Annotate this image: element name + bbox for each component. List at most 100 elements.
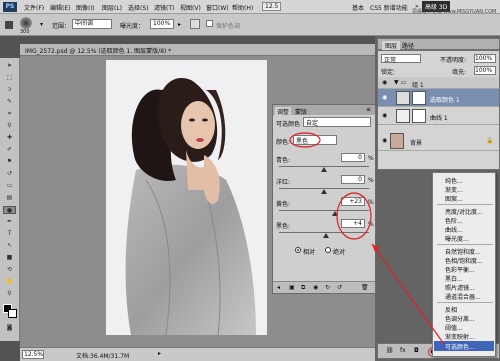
menu-window[interactable]: 窗口(W)	[206, 3, 229, 12]
exposure-dropdown-icon[interactable]: ▸	[178, 21, 181, 28]
fill-input[interactable]: 100%	[474, 66, 496, 75]
panel-menu-icon[interactable]: ≡	[366, 106, 371, 113]
stamp-tool-icon[interactable]: ⚑	[3, 158, 16, 166]
menu-image[interactable]: 图像(I)	[76, 3, 94, 12]
radio-absolute[interactable]	[325, 247, 331, 253]
blend-mode-select[interactable]: 正常	[381, 54, 421, 64]
layer-group-row[interactable]: ◉ ▼ ▭ 组 1	[378, 77, 499, 89]
tab-layers[interactable]: 图层	[382, 41, 401, 50]
brush-preview-icon[interactable]	[20, 17, 32, 29]
menu-bar: PS 文件(F) 编辑(E) 图像(I) 图层(L) 选择(S) 滤镜(T) 视…	[0, 0, 500, 15]
shape-tool-icon[interactable]: ■	[3, 254, 16, 262]
slider-thumb-cyan[interactable]	[321, 167, 327, 172]
sponge-tool-icon[interactable]	[4, 19, 14, 31]
menu-item-gradient[interactable]: 渐变...	[445, 185, 463, 194]
visibility-icon[interactable]: ◉	[313, 284, 318, 291]
move-tool-icon[interactable]: ➤	[3, 62, 16, 70]
marquee-tool-icon[interactable]: ⬚	[3, 74, 16, 82]
tab-paths[interactable]: 路径	[402, 41, 414, 50]
eye-icon[interactable]: ◉	[382, 137, 387, 144]
layer-name: 背景	[410, 140, 423, 147]
quick-mask-icon[interactable]: ◙	[3, 324, 16, 332]
background-color-swatch[interactable]	[8, 309, 17, 318]
status-menu-icon[interactable]: ▸	[158, 350, 161, 357]
eye-icon[interactable]: ◉	[382, 112, 387, 119]
tab-masks[interactable]: 蒙版	[295, 107, 307, 116]
menu-item-levels[interactable]: 色阶...	[445, 216, 463, 225]
layer-row-background[interactable]: ◉ 背景 🔒	[378, 131, 499, 151]
menu-file[interactable]: 文件(F)	[24, 3, 44, 12]
menu-select[interactable]: 选择(S)	[128, 3, 149, 12]
gradient-tool-icon[interactable]: ▤	[3, 194, 16, 202]
type-tool-icon[interactable]: T	[3, 230, 16, 238]
range-label: 范围：	[52, 23, 71, 30]
layer-opacity-input[interactable]: 100%	[474, 54, 496, 63]
brush-size: 300	[20, 29, 30, 35]
exposure-input[interactable]: 100%	[150, 19, 174, 29]
preset-select[interactable]: 自定	[303, 117, 371, 127]
portrait-photo	[106, 60, 267, 335]
pen-tool-icon[interactable]: ✒	[3, 218, 16, 226]
layer-group-name: 组 1	[412, 82, 424, 89]
annotation-circle-colors	[289, 132, 321, 148]
menu-item-solid-color[interactable]: 纯色...	[445, 176, 463, 185]
previous-state-icon[interactable]: ↻	[325, 284, 330, 291]
back-icon[interactable]: ◂	[277, 284, 280, 291]
menu-filter[interactable]: 滤镜(T)	[154, 3, 174, 12]
document-tab[interactable]: IMG_2572.psd @ 12.5% (选取颜色 1, 图层蒙版/8) *	[25, 46, 171, 55]
eraser-tool-icon[interactable]: ▭	[3, 182, 16, 190]
slider-thumb-magenta[interactable]	[321, 189, 327, 194]
menu-edit[interactable]: 编辑(E)	[50, 3, 70, 12]
sponge-tool-icon[interactable]: ●	[3, 206, 16, 214]
menu-item-pattern[interactable]: 图案...	[445, 194, 463, 203]
layer-mask-thumbnail[interactable]	[412, 91, 426, 105]
expand-icon[interactable]: ▣	[289, 284, 295, 291]
airbrush-icon[interactable]	[190, 19, 200, 29]
brush-dropdown-icon[interactable]: ▾	[40, 21, 43, 28]
menu-item-brightness-contrast[interactable]: 亮度/对比度...	[445, 207, 483, 216]
eyedropper-tool-icon[interactable]: ⚲	[3, 122, 16, 130]
curves-thumbnail	[396, 109, 410, 123]
protect-tones-label: 保护色调	[216, 23, 241, 30]
radio-relative[interactable]	[295, 247, 301, 253]
path-select-tool-icon[interactable]: ↖	[3, 242, 16, 250]
document-size: 文档:36.4M/31.7M	[76, 353, 130, 360]
menu-layer[interactable]: 图层(L)	[102, 3, 122, 12]
photo-canvas[interactable]	[106, 60, 267, 335]
menu-divider	[437, 204, 493, 205]
tab-adjustments[interactable]: 调整	[275, 107, 292, 116]
radio-absolute-label: 绝对	[333, 249, 346, 256]
zoom-combo[interactable]: 12.5	[262, 2, 282, 11]
brush-tool-icon[interactable]: ✐	[3, 146, 16, 154]
eye-icon[interactable]: ◉	[382, 79, 387, 86]
layer-mask-thumbnail[interactable]	[412, 109, 426, 123]
annotation-arrow	[371, 243, 445, 345]
slider-thumb-black[interactable]	[322, 233, 329, 238]
crop-tool-icon[interactable]: ⌗	[3, 110, 16, 118]
layer-row-curves[interactable]: ◉ 曲线 1	[378, 107, 499, 125]
3d-rotate-tool-icon[interactable]: ⟲	[3, 266, 16, 274]
history-brush-tool-icon[interactable]: ↺	[3, 170, 16, 178]
quick-select-tool-icon[interactable]: ✎	[3, 98, 16, 106]
zoom-tool-icon[interactable]: ⚲	[3, 290, 16, 298]
workspace-basic[interactable]: 基本	[352, 3, 364, 12]
healing-tool-icon[interactable]: ✚	[3, 134, 16, 142]
slider-input-magenta[interactable]: 0	[341, 175, 365, 184]
hand-tool-icon[interactable]: ✋	[3, 278, 16, 286]
reset-icon[interactable]: ↺	[337, 284, 342, 291]
menu-help[interactable]: 帮助(H)	[232, 3, 253, 12]
lasso-tool-icon[interactable]: ↄ	[3, 86, 16, 94]
workspace-cs5[interactable]: CS5 新增功能	[370, 3, 408, 12]
eye-icon[interactable]: ◉	[382, 94, 387, 101]
menu-view[interactable]: 视图(V)	[180, 3, 201, 12]
fill-label: 填充:	[452, 69, 467, 76]
exposure-label: 曝光度：	[120, 23, 145, 30]
lock-label: 锁定:	[381, 69, 396, 76]
background-thumbnail	[390, 133, 404, 149]
protect-tones-checkbox[interactable]	[206, 20, 213, 27]
slider-input-cyan[interactable]: 0	[341, 153, 365, 162]
range-select[interactable]: 中间调	[72, 19, 112, 29]
zoom-level[interactable]: 12.5%	[22, 350, 44, 359]
clip-icon[interactable]: ⧉	[301, 284, 305, 292]
layer-row-selective-color[interactable]: ◉ 选取颜色 1	[378, 89, 499, 107]
